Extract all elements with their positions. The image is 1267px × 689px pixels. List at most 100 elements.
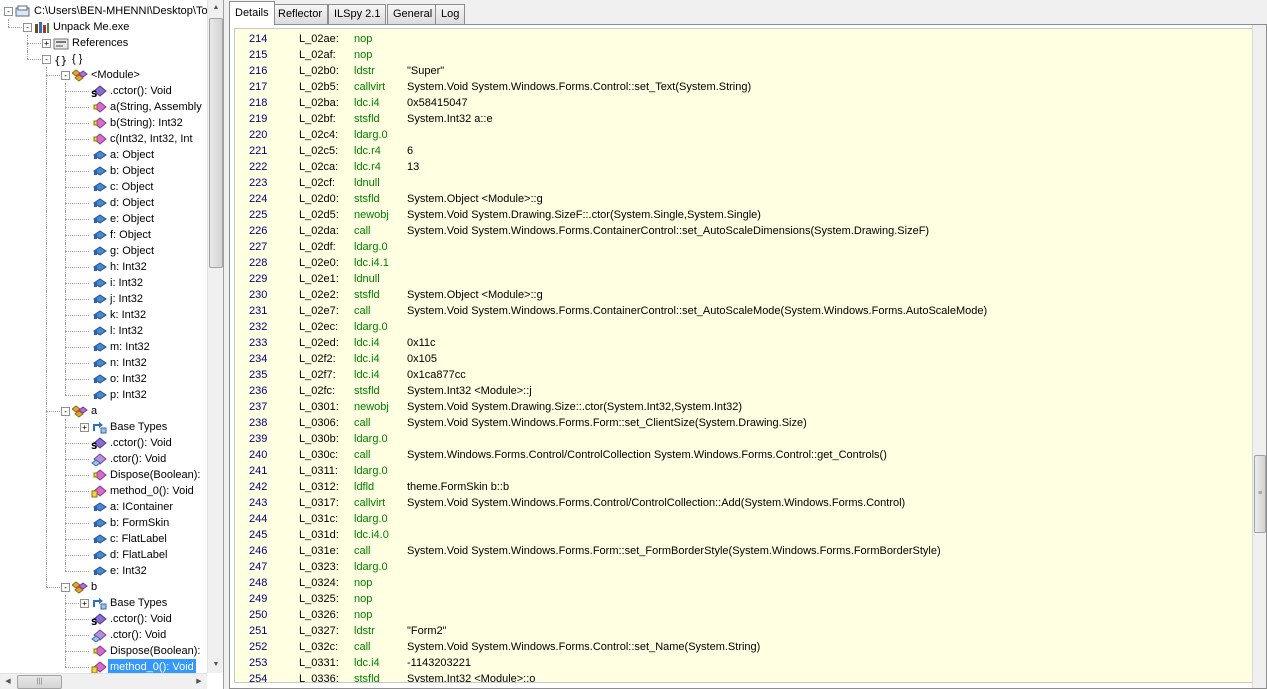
tab-reflector[interactable]: Reflector xyxy=(272,4,329,24)
instruction-label: L_02af: xyxy=(299,49,336,61)
tree-connector-line xyxy=(65,659,66,667)
tree-horizontal-scrollbar[interactable]: ◀ ||| ▶ xyxy=(0,673,207,689)
tree-node[interactable]: -{} { } xyxy=(0,51,207,67)
tree-node[interactable]: - <Module> xyxy=(0,67,207,83)
tree-node[interactable]: S .cctor(): Void xyxy=(0,435,207,452)
opcode: call xyxy=(354,305,371,317)
tree-connector-line xyxy=(46,339,47,355)
svg-text:S: S xyxy=(91,618,97,626)
opcode: newobj xyxy=(354,209,389,221)
scroll-left-arrow-icon[interactable]: ◀ xyxy=(0,674,16,689)
tree-connector-line xyxy=(65,163,66,179)
collapse-icon[interactable]: - xyxy=(61,583,70,592)
tree-node[interactable]: e: Int32 xyxy=(0,563,207,579)
tab-log[interactable]: Log xyxy=(435,4,466,24)
tree-node[interactable]: + Base Types xyxy=(0,419,207,435)
tree-connector-line xyxy=(46,115,47,131)
tree-connector-line xyxy=(65,331,89,332)
scroll-right-arrow-icon[interactable]: ▶ xyxy=(191,674,207,689)
tree-node[interactable]: c: FlatLabel xyxy=(0,531,207,547)
tree-node[interactable]: l: Int32 xyxy=(0,323,207,339)
tree-node[interactable]: d: FlatLabel xyxy=(0,547,207,563)
tree-node-label: l: Int32 xyxy=(110,325,144,337)
tree-node[interactable]: n: Int32 xyxy=(0,355,207,371)
tree-node-label: a(String, Assembly xyxy=(110,101,202,113)
tree-node-label: k: Int32 xyxy=(110,309,147,321)
tree-node[interactable]: S .cctor(): Void xyxy=(0,83,207,100)
opcode: callvirt xyxy=(354,497,386,509)
tree-node[interactable]: b: Object xyxy=(0,163,207,179)
scroll-down-arrow-icon[interactable]: ▼ xyxy=(208,657,223,673)
tree-node[interactable]: - Unpack Me.exe xyxy=(0,19,207,35)
tree-node[interactable]: m: Int32 xyxy=(0,339,207,355)
tree-node[interactable]: o: Int32 xyxy=(0,371,207,387)
code-vertical-scroll-thumb[interactable]: ≡ xyxy=(1254,455,1266,533)
instruction-label: L_02ae: xyxy=(299,33,339,45)
tree-node[interactable]: method_0(): Void xyxy=(0,658,207,673)
tab-details[interactable]: Details xyxy=(229,1,275,25)
tree-node[interactable]: b: FormSkin xyxy=(0,515,207,531)
tree-node[interactable]: a: Object xyxy=(0,147,207,163)
tree-node[interactable]: .ctor(): Void xyxy=(0,451,207,467)
collapse-icon[interactable]: - xyxy=(61,407,70,416)
tree-node[interactable]: c(Int32, Int32, Int xyxy=(0,131,207,147)
field-icon xyxy=(91,165,107,178)
tree-node[interactable]: S .cctor(): Void xyxy=(0,611,207,628)
opcode: ldfld xyxy=(354,481,375,493)
base-types-icon xyxy=(91,597,107,610)
tree-connector-line xyxy=(65,419,66,435)
tree-node[interactable]: j: Int32 xyxy=(0,291,207,307)
collapse-icon[interactable]: - xyxy=(61,71,70,80)
tree-node[interactable]: p: Int32 xyxy=(0,387,207,403)
tree-node[interactable]: Dispose(Boolean): xyxy=(0,643,207,659)
tree-node[interactable]: d: Object xyxy=(0,195,207,211)
tree-node[interactable]: k: Int32 xyxy=(0,307,207,323)
static-method-icon: S xyxy=(91,613,107,628)
tree-node-label: c(Int32, Int32, Int xyxy=(110,133,193,145)
tree-node[interactable]: e: Object xyxy=(0,211,207,227)
tree-connector-line xyxy=(46,323,47,339)
line-number: 244 xyxy=(249,513,268,525)
expand-icon[interactable]: + xyxy=(42,39,51,48)
tree-horizontal-scroll-thumb[interactable]: ||| xyxy=(17,675,62,689)
il-code-view[interactable]: 214 L_02ae: nop 215 L_02af: nop 216 L_02b0: ldst… xyxy=(234,28,1254,683)
tree-connector-line xyxy=(65,483,66,499)
tree-node[interactable]: .ctor(): Void xyxy=(0,627,207,643)
tree-node[interactable]: h: Int32 xyxy=(0,259,207,275)
tree-node[interactable]: Dispose(Boolean): xyxy=(0,467,207,483)
code-vertical-scrollbar[interactable]: ≡ xyxy=(1252,25,1266,688)
tree-node[interactable]: g: Object xyxy=(0,243,207,259)
tree-node[interactable]: a: IContainer xyxy=(0,499,207,515)
tree-node-label: m: Int32 xyxy=(110,341,150,353)
tab-ilspy[interactable]: ILSpy 2.1 xyxy=(328,4,387,24)
tree-connector-line xyxy=(65,619,89,620)
line-number: 222 xyxy=(249,161,268,173)
tree-node[interactable]: b(String): Int32 xyxy=(0,115,207,131)
tree-node[interactable]: f: Object xyxy=(0,227,207,243)
collapse-icon[interactable]: - xyxy=(42,55,51,64)
collapse-icon[interactable]: - xyxy=(23,23,32,32)
tab-general[interactable]: General xyxy=(387,4,439,24)
tree-vertical-scroll-thumb[interactable] xyxy=(209,18,223,268)
tree-connector-line xyxy=(65,147,66,163)
opcode: ldc.r4 xyxy=(354,145,381,157)
tree-node[interactable]: - C:\Users\BEN-MHENNI\Desktop\To xyxy=(0,3,207,19)
scroll-up-arrow-icon[interactable]: ▲ xyxy=(208,0,223,16)
tree-node[interactable]: -a xyxy=(0,403,207,419)
tree-node[interactable]: + Base Types xyxy=(0,595,207,611)
tree-node[interactable]: + References xyxy=(0,35,207,51)
expand-icon[interactable]: + xyxy=(80,599,89,608)
expand-icon[interactable]: + xyxy=(80,423,89,432)
collapse-icon[interactable]: - xyxy=(4,7,13,16)
method-icon xyxy=(91,469,107,482)
tree-node[interactable]: a(String, Assembly xyxy=(0,99,207,115)
opcode: ldc.i4.0 xyxy=(354,529,389,541)
tree-node[interactable]: method_0(): Void xyxy=(0,483,207,499)
tree-node[interactable]: i: Int32 xyxy=(0,275,207,291)
line-number: 219 xyxy=(249,113,268,125)
tree-connector-line xyxy=(65,307,66,323)
tree-node[interactable]: -b xyxy=(0,579,207,595)
instruction-label: L_0327: xyxy=(299,625,339,637)
tree-node[interactable]: c: Object xyxy=(0,179,207,195)
tree-vertical-scrollbar[interactable]: ▲ ▼ xyxy=(207,0,223,673)
